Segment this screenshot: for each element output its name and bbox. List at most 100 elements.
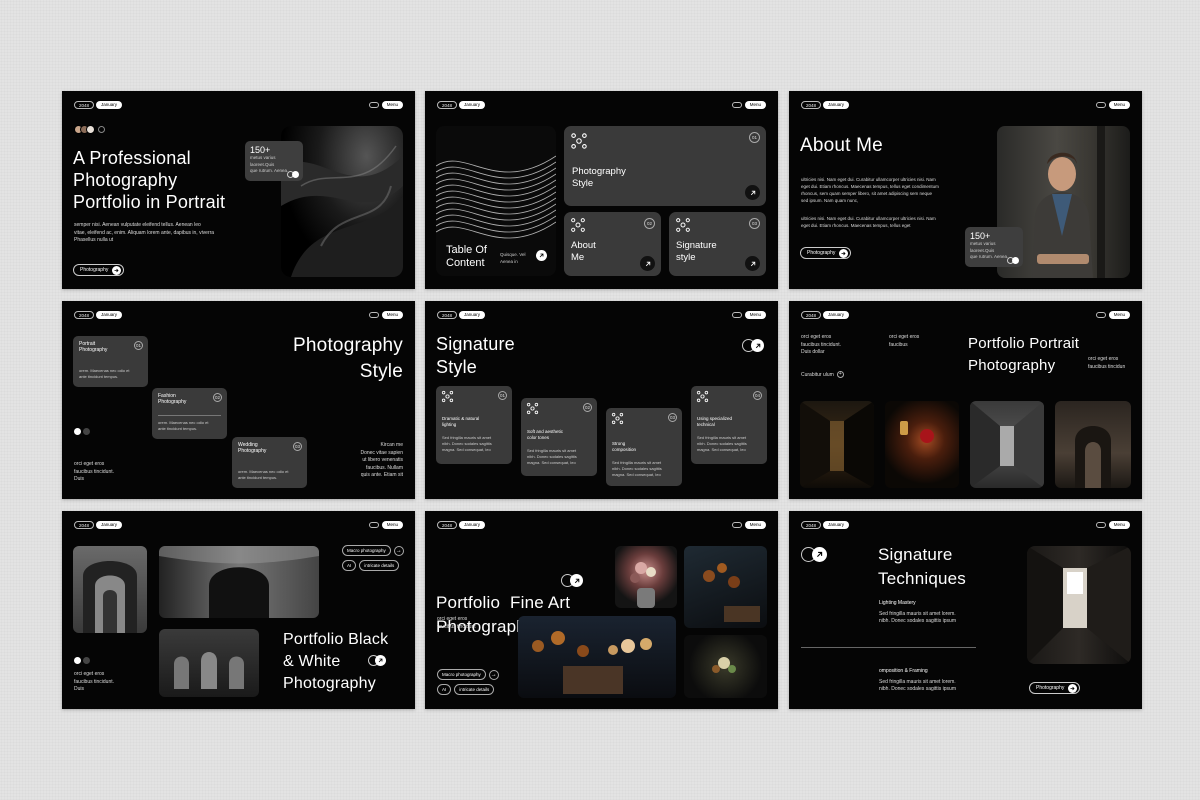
arrow-right-icon[interactable]: →: [488, 669, 499, 680]
icon-pair[interactable]: [742, 339, 764, 352]
month-pill: January: [823, 521, 850, 529]
pagination-dot[interactable]: [83, 428, 90, 435]
year-pill: 2048: [437, 101, 458, 109]
pagination-dot-active[interactable]: [74, 657, 81, 664]
style-card-fashion[interactable]: Fashion Photography 02 orem. Maecenas nec…: [152, 388, 227, 439]
signature-card-4[interactable]: 04 Using specialized technical Sed fringi…: [691, 386, 767, 464]
menu[interactable]: Menu: [1095, 521, 1130, 529]
pagination-dots[interactable]: [74, 657, 90, 664]
menu-button[interactable]: Menu: [744, 521, 766, 529]
curabitur-link[interactable]: Curabitur ulum +: [801, 371, 844, 378]
toc-card-about-me[interactable]: 02 About Me: [564, 212, 661, 276]
page-title: About Me: [800, 135, 883, 156]
signature-card-3[interactable]: 03 Strong composition Sed fringilla mauri…: [606, 408, 682, 486]
slide-fine-art[interactable]: 2048 January Menu Portfolio Fine Art Phot…: [425, 511, 778, 709]
icon-pair[interactable]: [561, 574, 583, 587]
style-card-wedding[interactable]: Wedding Photography 03 orem. Maecenas nec…: [232, 437, 307, 488]
menu[interactable]: Menu: [1095, 101, 1130, 109]
avatar: [86, 125, 95, 134]
year-pill: 2048: [437, 311, 458, 319]
vault-bw-photo: [159, 546, 319, 618]
menu-button[interactable]: Menu: [381, 101, 403, 109]
nodes-icon: [441, 390, 454, 403]
tag-ai[interactable]: AI: [437, 684, 452, 695]
menu-toggle-icon[interactable]: [368, 522, 379, 528]
menu-button[interactable]: Menu: [381, 311, 403, 319]
menu-toggle-icon[interactable]: [1095, 312, 1106, 318]
menu[interactable]: Menu: [731, 101, 766, 109]
photography-button[interactable]: Photography: [73, 264, 125, 276]
corridor-photo-1: [800, 401, 874, 488]
menu-toggle-icon[interactable]: [731, 102, 742, 108]
plus-icon: +: [836, 371, 844, 378]
slide-photography-style[interactable]: 2048 January Menu Photography Style Portr…: [62, 301, 415, 499]
icon-pair[interactable]: [801, 547, 827, 562]
menu[interactable]: Menu: [731, 521, 766, 529]
arrow-up-right-icon[interactable]: [745, 185, 760, 200]
number-badge: 04: [753, 391, 762, 400]
style-card-portrait[interactable]: Portrait Photography 01 orem. Maecenas ne…: [73, 336, 148, 387]
menu-toggle-icon[interactable]: [731, 312, 742, 318]
menu-toggle-icon[interactable]: [1095, 522, 1106, 528]
slide-table-of-content[interactable]: 2048 January Menu Table Of Content Quisqu…: [425, 91, 778, 289]
arrow-up-right-icon[interactable]: [640, 256, 655, 271]
menu-toggle-icon[interactable]: [1095, 102, 1106, 108]
doorway-photo: [1027, 546, 1131, 664]
menu[interactable]: Menu: [731, 311, 766, 319]
menu[interactable]: Menu: [1095, 311, 1130, 319]
menu[interactable]: Menu: [368, 101, 403, 109]
number-badge: 02: [644, 218, 655, 229]
menu-button[interactable]: Menu: [1108, 521, 1130, 529]
pagination-dot-active[interactable]: [74, 428, 81, 435]
toc-card-signature-style[interactable]: 03 Signature style: [669, 212, 766, 276]
slide-signature-style[interactable]: 2048 January Menu Signature Style 01 Dram…: [425, 301, 778, 499]
left-caption: orci eget eros faucibus tincidunt. Duis: [74, 671, 115, 692]
toc-title: Table Of Content: [446, 244, 487, 269]
menu-button[interactable]: Menu: [381, 521, 403, 529]
slide-professional-portfolio[interactable]: 2048 January Menu A Professional Photogra…: [62, 91, 415, 289]
menu-toggle-icon[interactable]: [731, 522, 742, 528]
rose-photo: [885, 401, 959, 488]
toc-caption: Quisque. Vel Aenea in: [500, 252, 526, 264]
menu-button[interactable]: Menu: [744, 101, 766, 109]
tag-intricate[interactable]: intricate details: [454, 684, 495, 695]
menu-toggle-icon[interactable]: [368, 312, 379, 318]
pagination-dot[interactable]: [83, 657, 90, 664]
menu-button[interactable]: Menu: [1108, 311, 1130, 319]
menu-toggle-icon[interactable]: [368, 102, 379, 108]
page-title: Portfolio Portrait Photography: [968, 335, 1080, 374]
tag-macro[interactable]: Macro photography: [437, 669, 486, 680]
page-title: Signature Style: [436, 334, 515, 377]
arrow-right-icon[interactable]: →: [393, 545, 404, 556]
arrow-up-right-icon[interactable]: [745, 256, 760, 271]
menu[interactable]: Menu: [368, 521, 403, 529]
page-title: A Professional Photography Portfolio in Po…: [73, 148, 226, 212]
arch-photo: [1055, 401, 1131, 488]
menu-button[interactable]: Menu: [744, 311, 766, 319]
photography-button[interactable]: Photography: [1029, 682, 1081, 694]
date-pills: 2048 January: [801, 311, 850, 319]
pagination-dots[interactable]: [74, 428, 90, 435]
date-pills: 2048 January: [74, 311, 123, 319]
toc-card-photography-style[interactable]: 01 Photography Style: [564, 126, 766, 206]
icon-pair[interactable]: [368, 655, 386, 666]
tag-macro[interactable]: Macro photography: [342, 545, 391, 556]
card-title: About Me: [571, 240, 596, 263]
slide-signature-techniques[interactable]: 2048 January Menu Signature Techniques Li…: [789, 511, 1142, 709]
menu[interactable]: Menu: [368, 311, 403, 319]
date-pills: 2048 January: [437, 311, 486, 319]
arrow-button[interactable]: [536, 250, 547, 261]
divider: [158, 415, 221, 416]
menu-button[interactable]: Menu: [1108, 101, 1130, 109]
nodes-icon: [571, 218, 585, 232]
signature-card-2[interactable]: 02 Soft and aesthetic color tones Sed fri…: [521, 398, 597, 476]
photography-button[interactable]: Photography: [800, 247, 852, 259]
tag-ai[interactable]: AI: [342, 560, 357, 571]
arrow-up-right-icon: [751, 339, 764, 352]
signature-card-1[interactable]: 01 Dramatic & natural lighting Sed fringi…: [436, 386, 512, 464]
slide-black-white[interactable]: 2048 January Menu Macro photography → AI…: [62, 511, 415, 709]
month-pill: January: [823, 311, 850, 319]
slide-portfolio-portrait[interactable]: 2048 January Menu orci eget eros faucibus…: [789, 301, 1142, 499]
slide-about-me[interactable]: 2048 January Menu About Me ultricies nis…: [789, 91, 1142, 289]
tag-intricate[interactable]: intricate details: [359, 560, 400, 571]
